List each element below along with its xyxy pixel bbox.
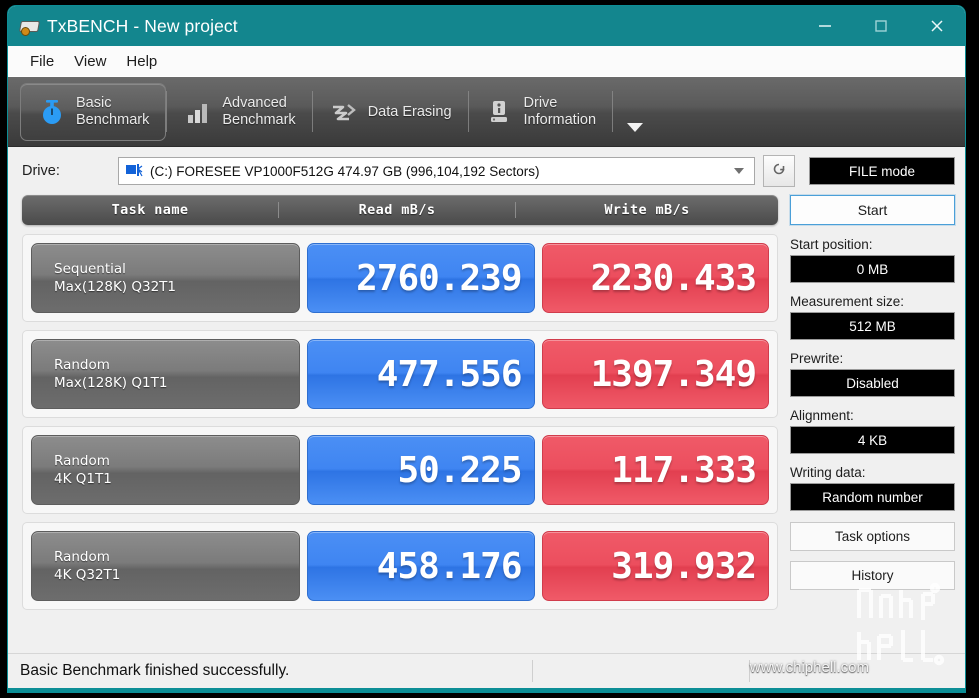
start-position-label: Start position:	[790, 237, 873, 252]
task-name-line1: Random	[54, 549, 110, 565]
read-value-cell: 50.225	[307, 435, 535, 505]
alignment-label: Alignment:	[790, 408, 854, 423]
read-value: 50.225	[397, 449, 522, 491]
window-controls	[797, 6, 965, 46]
menu-bar: File View Help	[8, 46, 965, 77]
refresh-icon	[769, 159, 789, 184]
write-value-cell: 319.932	[541, 531, 769, 601]
minimize-icon[interactable]	[797, 6, 853, 46]
bar-chart-icon	[183, 97, 213, 127]
write-value: 117.333	[611, 449, 757, 491]
writing-data-value[interactable]: Random number	[790, 483, 955, 511]
close-icon[interactable]	[909, 6, 965, 46]
drive-bench-icon	[19, 18, 40, 36]
task-name-line1: Random	[54, 453, 110, 469]
chevron-down-icon	[627, 123, 644, 132]
task-name-line1: Random	[54, 357, 110, 373]
maximize-icon[interactable]	[853, 6, 909, 46]
table-row: Random 4K Q32T1 458.176 319.932	[22, 522, 778, 610]
task-name-cell[interactable]: Random Max(128K) Q1T1	[31, 339, 300, 409]
measurement-size-value[interactable]: 512 MB	[790, 312, 955, 340]
task-name-line2: Max(128K) Q1T1	[54, 375, 168, 391]
drive-icon	[126, 164, 143, 178]
title-bar: TxBENCH - New project	[8, 6, 965, 46]
window-bottom-accent	[8, 688, 965, 692]
status-bar: Basic Benchmark finished successfully.	[8, 653, 965, 688]
task-name-line2: 4K Q32T1	[54, 567, 121, 583]
task-name-cell[interactable]: Sequential Max(128K) Q32T1	[31, 243, 300, 313]
chevron-down-icon	[734, 168, 744, 174]
prewrite-value[interactable]: Disabled	[790, 369, 955, 397]
refresh-button[interactable]	[763, 155, 795, 187]
column-header-write: Write mB/s	[515, 202, 778, 218]
table-row: Random 4K Q1T1 50.225 117.333	[22, 426, 778, 514]
stopwatch-icon	[37, 97, 67, 127]
tab-overflow-button[interactable]	[613, 77, 657, 146]
main-content: Task name Read mB/s Write mB/s Sequentia…	[8, 195, 965, 627]
tab-data-erasing[interactable]: Data Erasing	[313, 83, 468, 141]
measurement-size-label: Measurement size:	[790, 294, 905, 309]
task-name-line1: Sequential	[54, 261, 126, 277]
start-button[interactable]: Start	[790, 195, 955, 225]
tab-basic-benchmark[interactable]: Basic Benchmark	[20, 83, 167, 141]
read-value: 2760.239	[356, 257, 522, 299]
write-value: 1397.349	[590, 353, 757, 395]
options-sidebar: Start Start position: 0 MB Measurement s…	[790, 195, 955, 627]
drive-select[interactable]: (C:) FORESEE VP1000F512G 474.97 GB (996,…	[118, 157, 755, 185]
start-position-value[interactable]: 0 MB	[790, 255, 955, 283]
benchmark-results-table: Task name Read mB/s Write mB/s Sequentia…	[22, 195, 778, 627]
menu-item-file[interactable]: File	[20, 50, 64, 73]
tab-label: Basic Benchmark	[76, 95, 150, 128]
application-window: TxBENCH - New project File View Help Bas…	[8, 6, 965, 692]
results-header-row: Task name Read mB/s Write mB/s	[22, 195, 778, 225]
table-row: Sequential Max(128K) Q32T1 2760.239 2230…	[22, 234, 778, 322]
drive-info-icon	[485, 97, 515, 127]
read-value-cell: 477.556	[307, 339, 535, 409]
tab-label: Data Erasing	[367, 103, 452, 120]
task-name-line2: Max(128K) Q32T1	[54, 279, 176, 295]
task-name-cell[interactable]: Random 4K Q32T1	[31, 531, 300, 601]
write-value: 319.932	[611, 545, 757, 587]
status-divider	[532, 660, 533, 682]
alignment-value[interactable]: 4 KB	[790, 426, 955, 454]
read-value: 458.176	[376, 545, 523, 587]
menu-item-help[interactable]: Help	[116, 50, 167, 73]
history-button[interactable]: History	[790, 561, 955, 590]
table-row: Random Max(128K) Q1T1 477.556 1397.349	[22, 330, 778, 418]
writing-data-label: Writing data:	[790, 465, 866, 480]
status-divider	[748, 660, 750, 682]
tab-label: Drive Information	[523, 95, 597, 128]
write-value: 2230.433	[590, 257, 757, 299]
task-options-button[interactable]: Task options	[790, 522, 955, 551]
read-value: 477.556	[376, 353, 523, 395]
tab-divider	[612, 91, 614, 132]
file-mode-button[interactable]: FILE mode	[809, 157, 955, 185]
tab-bar: Basic Benchmark Advanced Benchmark Data …	[8, 77, 965, 147]
write-value-cell: 117.333	[541, 435, 769, 505]
task-name-line2: 4K Q1T1	[54, 471, 112, 487]
tab-label: Advanced Benchmark	[222, 95, 296, 128]
status-message: Basic Benchmark finished successfully.	[20, 662, 290, 679]
column-header-read: Read mB/s	[278, 202, 515, 218]
menu-item-view[interactable]: View	[64, 50, 116, 73]
read-value-cell: 2760.239	[307, 243, 535, 313]
drive-label: Drive:	[22, 163, 60, 179]
eraser-wave-icon	[329, 97, 359, 127]
window-title: TxBENCH - New project	[47, 15, 238, 36]
drive-selected-text: (C:) FORESEE VP1000F512G 474.97 GB (996,…	[150, 163, 540, 179]
prewrite-label: Prewrite:	[790, 351, 844, 366]
tab-advanced-benchmark[interactable]: Advanced Benchmark	[167, 83, 311, 141]
task-name-cell[interactable]: Random 4K Q1T1	[31, 435, 300, 505]
write-value-cell: 1397.349	[541, 339, 769, 409]
column-header-task-name: Task name	[111, 202, 189, 218]
write-value-cell: 2230.433	[541, 243, 769, 313]
drive-selection-row: Drive: (C:) FORESEE VP1000F512G 474.97 G…	[8, 147, 965, 195]
read-value-cell: 458.176	[307, 531, 535, 601]
tab-drive-information[interactable]: Drive Information	[469, 83, 613, 141]
